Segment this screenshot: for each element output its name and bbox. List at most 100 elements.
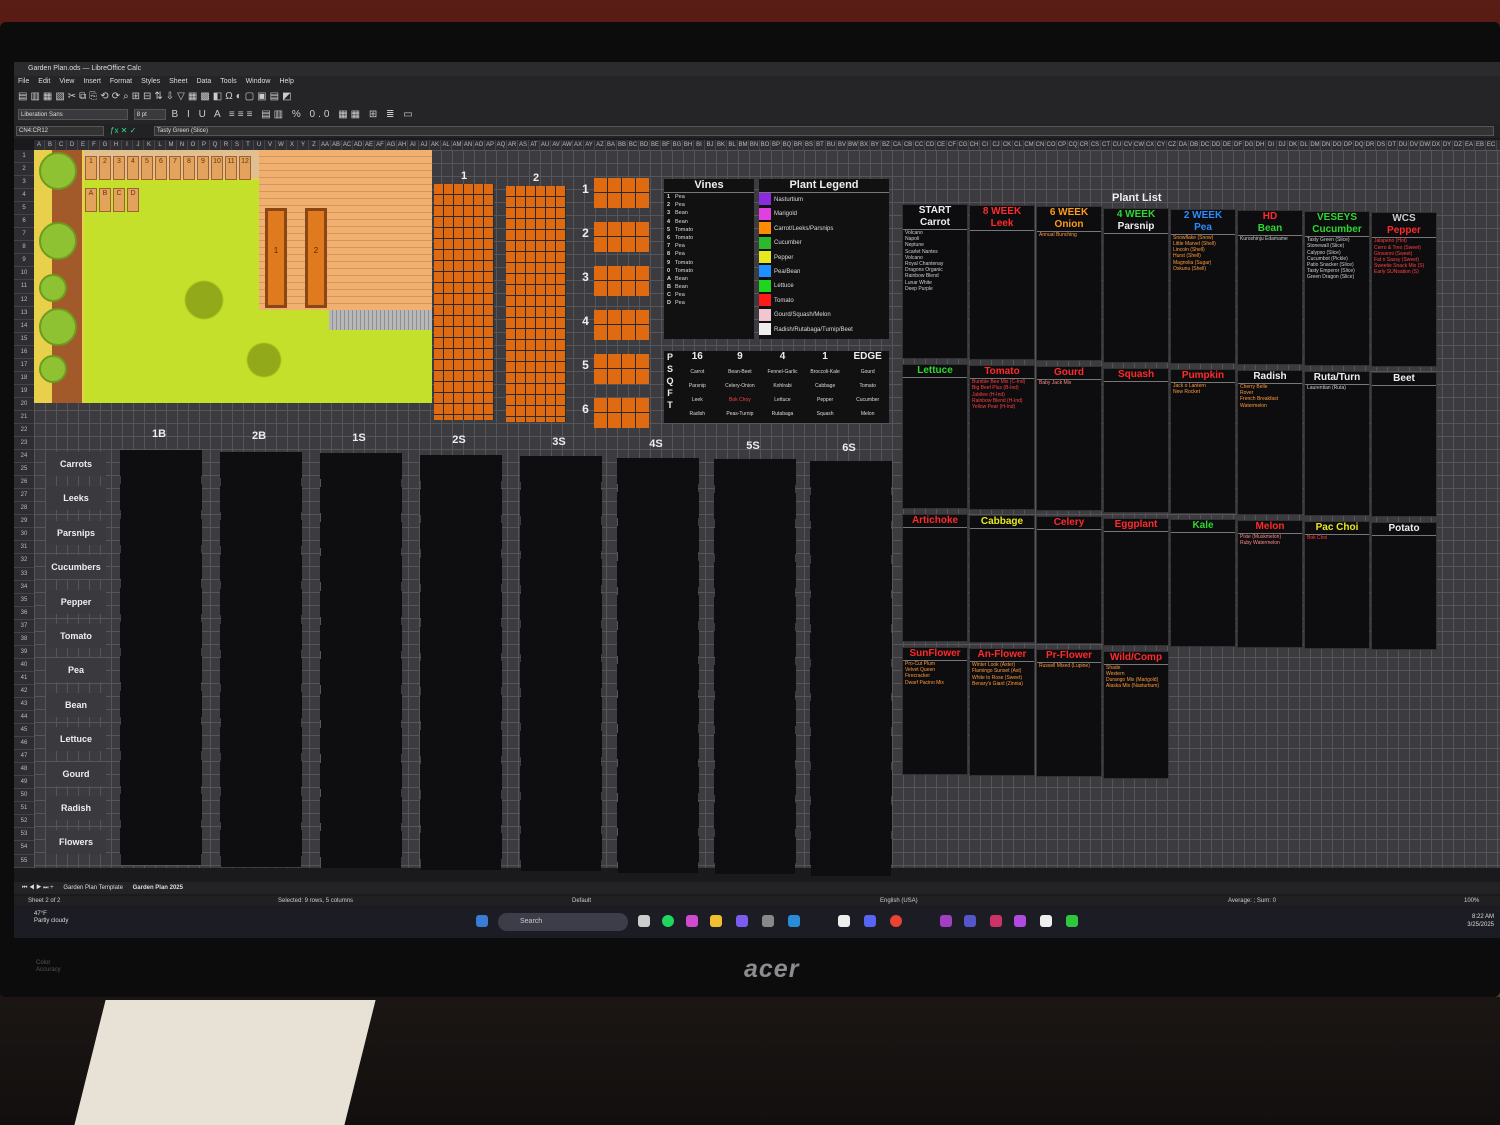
planner-cell[interactable] bbox=[220, 761, 302, 788]
sheet-tabs[interactable]: ⏮ ◀ ▶ ⏭ + Garden Plan Template Garden Pl… bbox=[14, 882, 1500, 894]
planner-cell[interactable] bbox=[420, 626, 502, 653]
libreoffice-calc-icon[interactable] bbox=[1066, 915, 1078, 927]
column-header[interactable]: CJ bbox=[991, 140, 1002, 150]
planner-cell[interactable] bbox=[617, 835, 699, 862]
column-header[interactable]: AK bbox=[430, 140, 441, 150]
column-header[interactable]: CF bbox=[947, 140, 958, 150]
column-header[interactable]: DO bbox=[1332, 140, 1343, 150]
row-header[interactable]: 36 bbox=[14, 607, 34, 620]
planner-cell[interactable] bbox=[320, 521, 402, 548]
planner-cell[interactable] bbox=[520, 559, 602, 586]
planner-cell[interactable] bbox=[520, 834, 602, 861]
column-header[interactable]: BA bbox=[606, 140, 617, 150]
menu-item[interactable]: Insert bbox=[83, 78, 101, 85]
app-icon[interactable] bbox=[1040, 915, 1052, 927]
column-header[interactable]: CP bbox=[1057, 140, 1068, 150]
planner-cell[interactable] bbox=[714, 665, 796, 692]
row-header[interactable]: 32 bbox=[14, 554, 34, 568]
row-header[interactable]: 18 bbox=[14, 372, 34, 385]
column-header[interactable]: CK bbox=[1002, 140, 1013, 150]
planner-cell[interactable] bbox=[120, 587, 202, 614]
row-header[interactable]: 52 bbox=[14, 815, 34, 829]
column-header[interactable]: Q bbox=[210, 140, 221, 150]
column-header[interactable]: AC bbox=[342, 140, 353, 150]
weather-widget[interactable]: 47°F Partly cloudy bbox=[34, 911, 68, 925]
windows-start-icon[interactable] bbox=[476, 915, 488, 927]
column-header[interactable]: CB bbox=[903, 140, 914, 150]
planner-cell[interactable] bbox=[810, 838, 892, 865]
planner-cell[interactable] bbox=[520, 490, 602, 517]
column-header[interactable]: K bbox=[144, 140, 155, 150]
planner-cell[interactable] bbox=[420, 764, 502, 791]
planner-cell[interactable] bbox=[220, 657, 302, 684]
planner-cell[interactable] bbox=[220, 829, 302, 856]
column-header[interactable]: AO bbox=[474, 140, 485, 150]
menu-item[interactable]: Tools bbox=[220, 78, 236, 85]
planner-cell[interactable] bbox=[714, 803, 796, 829]
row-header[interactable]: 49 bbox=[14, 776, 34, 790]
column-header[interactable]: BS bbox=[804, 140, 815, 150]
menu-item[interactable]: Format bbox=[110, 78, 132, 85]
planner-cell[interactable] bbox=[617, 663, 699, 690]
column-header[interactable]: D bbox=[67, 140, 78, 150]
column-headers[interactable]: A B C D E F G H I J K L M N O P Q R S T U V W X Y Z AA AB AC AD AE AF AG… bbox=[34, 140, 1500, 150]
formatting-toolbar[interactable]: Liberation Sans 8 pt B I U A ≡≡≡ ▤▥ % 0.… bbox=[14, 106, 1500, 124]
planner-cell[interactable] bbox=[520, 524, 602, 551]
row-header[interactable]: 23 bbox=[14, 437, 34, 451]
column-header[interactable]: DZ bbox=[1453, 140, 1464, 150]
zoom-level[interactable]: 100% bbox=[1464, 896, 1479, 906]
column-header[interactable]: BX bbox=[859, 140, 870, 150]
row-header[interactable]: 14 bbox=[14, 320, 34, 333]
planner-cell[interactable] bbox=[120, 794, 202, 820]
column-header[interactable]: AB bbox=[331, 140, 342, 150]
row-header[interactable]: 28 bbox=[14, 502, 34, 516]
app-icon[interactable] bbox=[940, 915, 952, 927]
menu-item[interactable]: Edit bbox=[38, 78, 50, 85]
planner-cell[interactable] bbox=[520, 765, 602, 792]
column-header[interactable]: B bbox=[45, 140, 56, 150]
row-header[interactable]: 24 bbox=[14, 450, 34, 464]
menu-item[interactable]: Data bbox=[196, 78, 211, 85]
planner-cell[interactable] bbox=[617, 457, 699, 484]
column-header[interactable]: AN bbox=[463, 140, 474, 150]
column-header[interactable]: EA bbox=[1464, 140, 1475, 150]
column-header[interactable]: CI bbox=[980, 140, 991, 150]
formula-icons[interactable]: ƒx ✕ ✓ bbox=[110, 124, 136, 138]
planner-cell[interactable] bbox=[120, 622, 202, 648]
row-header[interactable]: 11 bbox=[14, 280, 34, 294]
column-header[interactable]: DL bbox=[1299, 140, 1310, 150]
taskbar-search[interactable]: Search bbox=[498, 913, 628, 931]
planner-cell[interactable] bbox=[320, 556, 402, 583]
planner-cell[interactable] bbox=[810, 529, 892, 556]
row-header[interactable]: 55 bbox=[14, 855, 34, 868]
row-header[interactable]: 50 bbox=[14, 789, 34, 803]
column-header[interactable]: AM bbox=[452, 140, 463, 150]
column-header[interactable]: BY bbox=[870, 140, 881, 150]
column-header[interactable]: BL bbox=[727, 140, 738, 150]
planting-grid[interactable]: 1B 2B 1S 2S 3S 4S 5S 6S Carrots Leeks Parsnips Cucu… bbox=[46, 428, 892, 868]
row-header[interactable]: 25 bbox=[14, 463, 34, 477]
file-explorer-icon[interactable] bbox=[710, 915, 722, 927]
tab-garden-plan-template[interactable]: Garden Plan Template bbox=[63, 885, 123, 891]
planner-cell[interactable] bbox=[714, 837, 796, 864]
tab-garden-plan-2025[interactable]: Garden Plan 2025 bbox=[133, 885, 183, 891]
column-header[interactable]: DP bbox=[1343, 140, 1354, 150]
column-header[interactable]: CS bbox=[1090, 140, 1101, 150]
column-header[interactable]: BI bbox=[694, 140, 705, 150]
planner-cell[interactable] bbox=[420, 798, 502, 825]
column-header[interactable]: DY bbox=[1442, 140, 1453, 150]
row-header[interactable]: 48 bbox=[14, 763, 34, 777]
column-header[interactable]: AX bbox=[573, 140, 584, 150]
column-header[interactable]: CL bbox=[1013, 140, 1024, 150]
planner-cell[interactable] bbox=[520, 593, 602, 620]
column-header[interactable]: BR bbox=[793, 140, 804, 150]
column-header[interactable]: DQ bbox=[1354, 140, 1365, 150]
menu-item[interactable]: Help bbox=[279, 78, 293, 85]
system-tray-clock[interactable]: 8:22 AM 3/25/2025 bbox=[1444, 913, 1494, 929]
column-header[interactable]: S bbox=[232, 140, 243, 150]
menu-item[interactable]: File bbox=[18, 78, 29, 85]
column-header[interactable]: AJ bbox=[419, 140, 430, 150]
row-header[interactable]: 17 bbox=[14, 359, 34, 372]
row-header[interactable]: 19 bbox=[14, 385, 34, 398]
row-header[interactable]: 3 bbox=[14, 176, 34, 190]
